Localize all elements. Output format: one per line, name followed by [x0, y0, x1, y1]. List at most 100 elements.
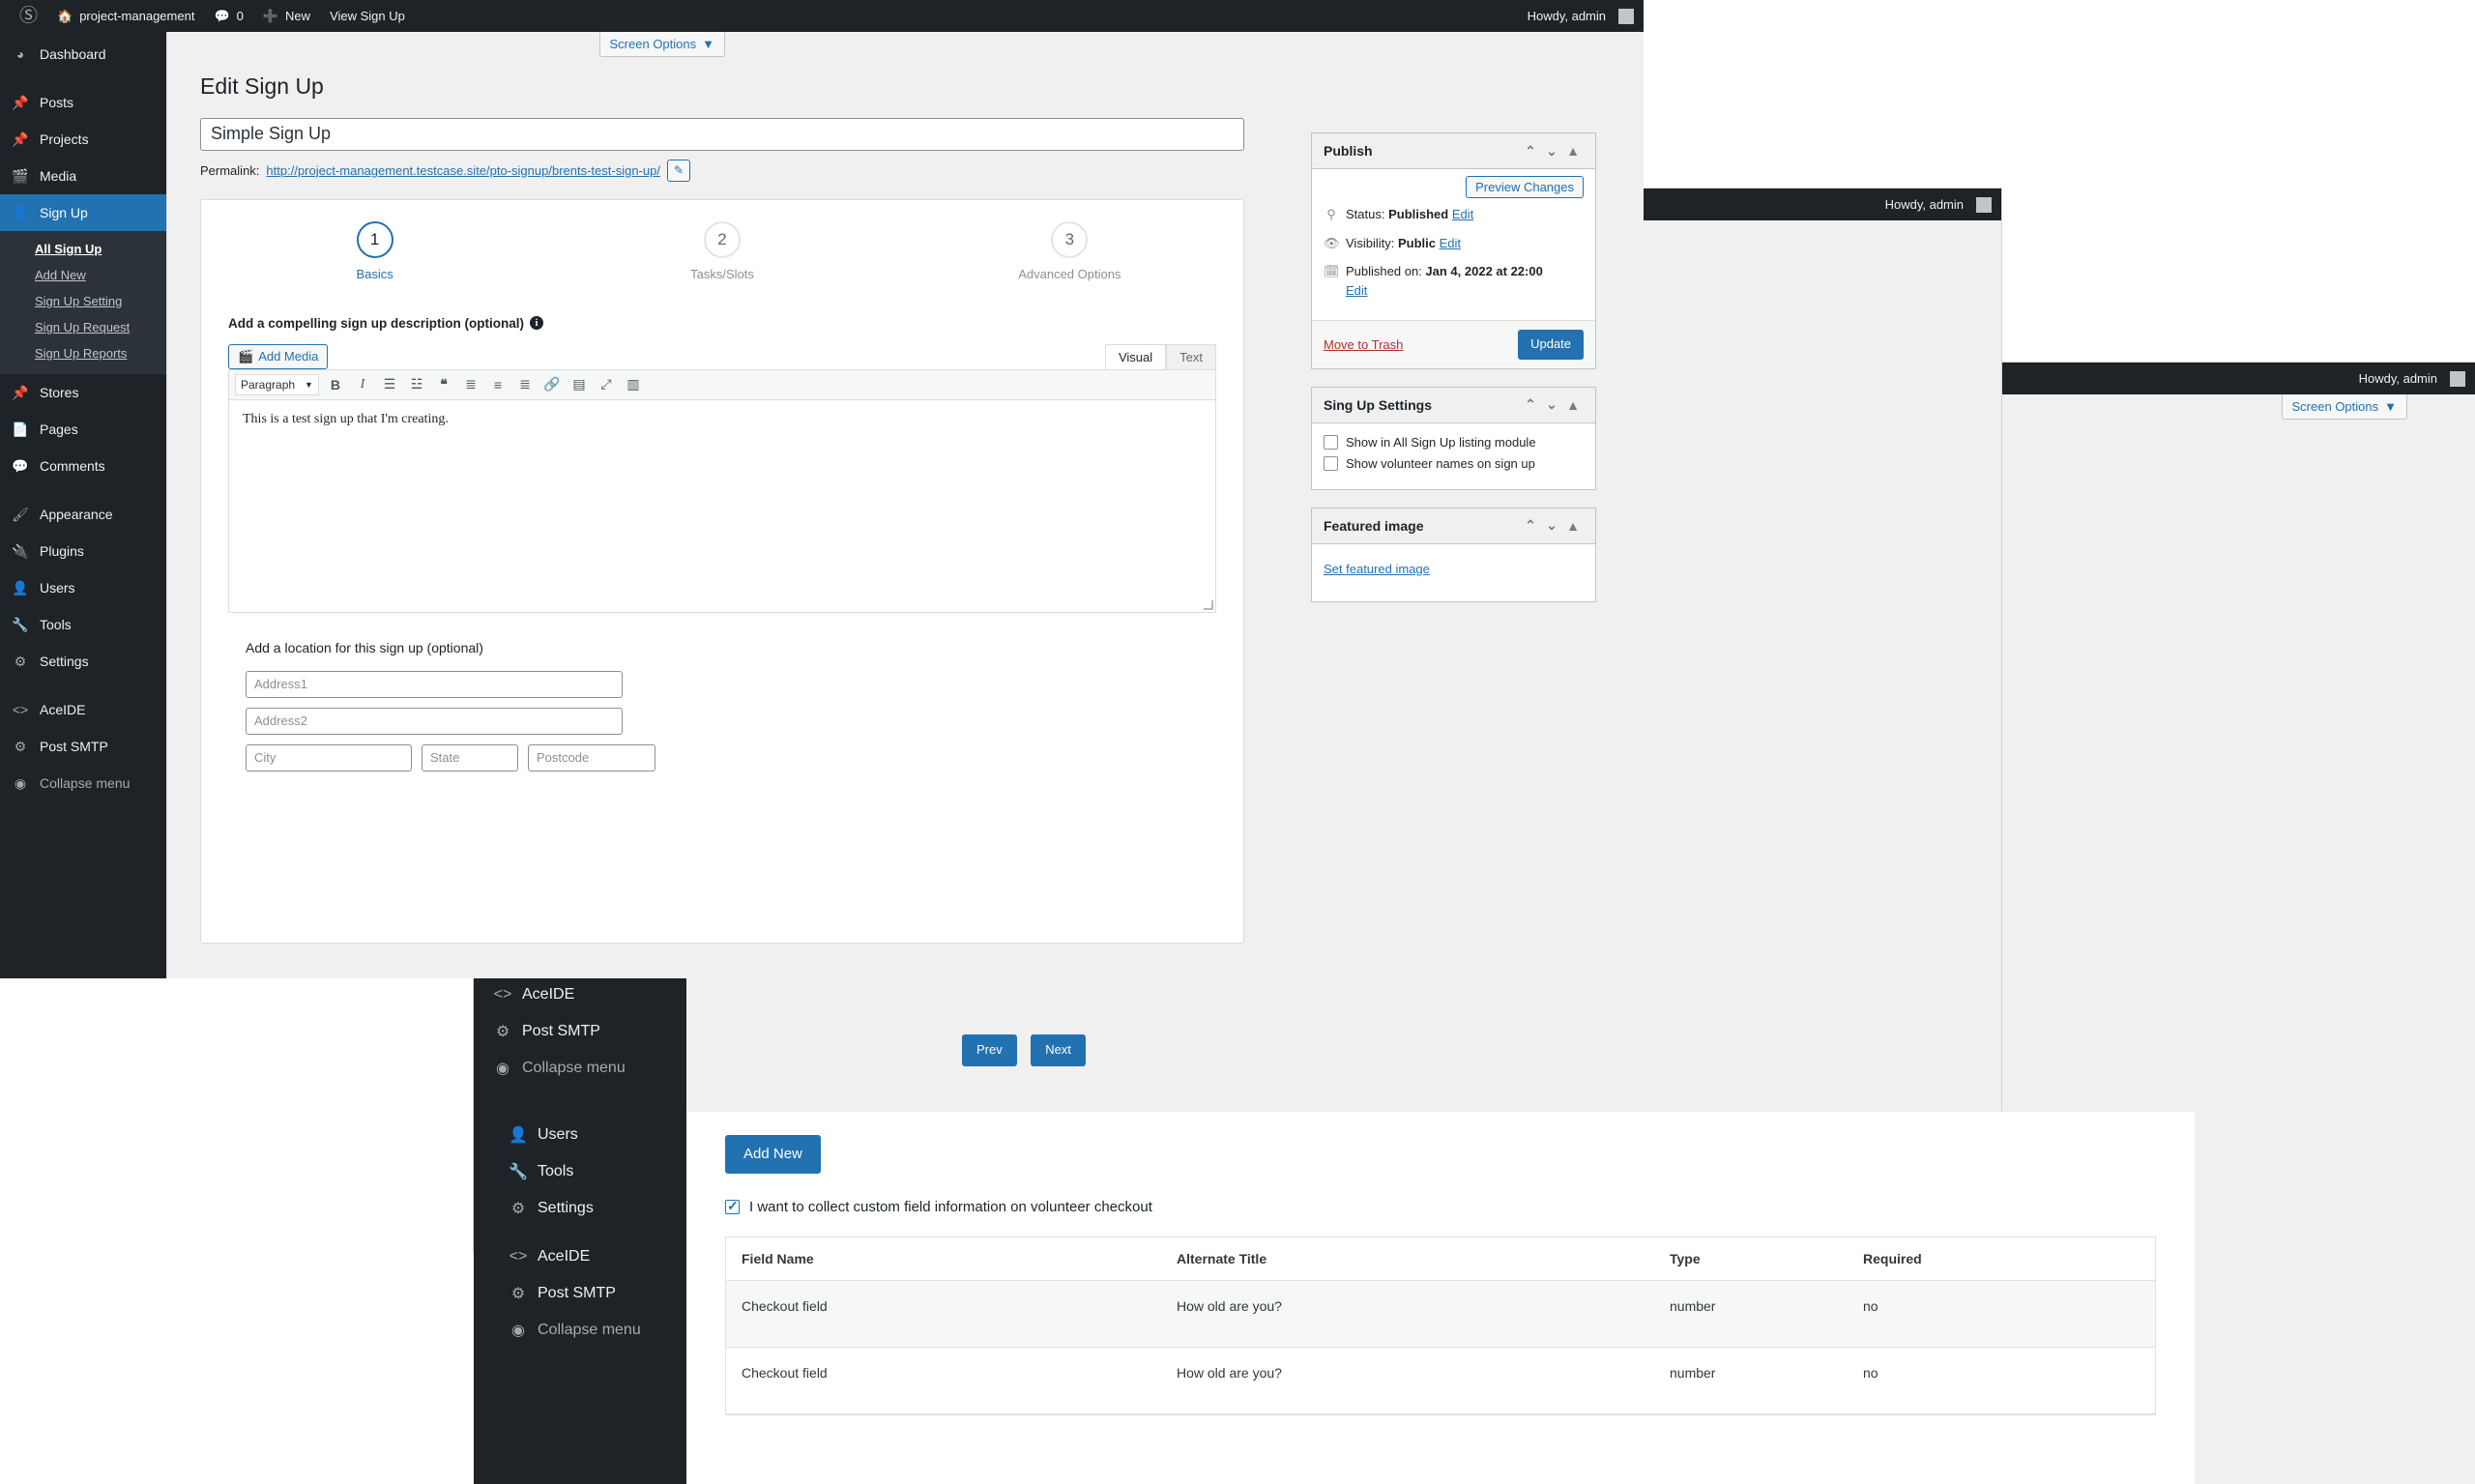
italic-icon[interactable]: I — [352, 374, 373, 395]
sidebar-item-stores[interactable]: 📌 Stores — [0, 374, 166, 411]
sidebar-item-appearance[interactable]: 🖌 Appearance — [0, 496, 166, 533]
comments-menu[interactable]: 💬 0 — [204, 0, 252, 32]
step-basics[interactable]: 1 Basics — [201, 220, 548, 281]
signup-title-input[interactable] — [200, 117, 1244, 151]
signup-settings-header[interactable]: Sing Up Settings ⌃ ⌄ ▲ — [1312, 387, 1595, 423]
published-on-edit-link[interactable]: Edit — [1346, 283, 1367, 298]
city-input[interactable] — [246, 743, 412, 771]
blockquote-icon[interactable]: ❝ — [433, 374, 454, 395]
sidebar-item-collapse-menu[interactable]: ◉ Collapse menu — [474, 1312, 686, 1349]
table-row[interactable]: Checkout field How old are you? number n… — [726, 1280, 2155, 1348]
view-signup-link[interactable]: View Sign Up — [320, 0, 415, 32]
status-edit-link[interactable]: Edit — [1452, 207, 1473, 221]
account-menu-layer3[interactable]: Howdy, admin — [2349, 363, 2475, 394]
state-input[interactable] — [422, 743, 518, 771]
new-content-menu[interactable]: ➕ New — [253, 0, 320, 32]
paragraph-format-select[interactable]: Paragraph ▼ — [235, 373, 319, 395]
sidebar-item-aceide[interactable]: <> AceIDE — [0, 691, 166, 728]
sidebar-item-tools[interactable]: 🔧 Tools — [0, 606, 166, 643]
description-editor[interactable]: This is a test sign up that I'm creating… — [228, 399, 1216, 613]
sidebar-item-settings[interactable]: ⚙ Settings — [474, 1190, 686, 1227]
align-left-icon[interactable]: ≣ — [460, 374, 481, 395]
postcode-input[interactable] — [528, 743, 655, 771]
set-featured-image-link[interactable]: Set featured image — [1324, 562, 1430, 576]
tab-text[interactable]: Text — [1166, 343, 1216, 369]
sidebar-item-aceide[interactable]: <> AceIDE — [474, 1238, 686, 1275]
featured-image-header[interactable]: Featured image ⌃ ⌄ ▲ — [1312, 508, 1595, 544]
checkbox[interactable] — [1324, 455, 1338, 471]
sidebar-item-sign-up[interactable]: 👤 Sign Up — [0, 194, 166, 231]
sidebar-subitem-all-sign-up[interactable]: All Sign Up — [0, 236, 166, 262]
chevron-up-icon[interactable]: ⌃ — [1520, 517, 1541, 535]
table-row[interactable]: Checkout field How old are you? number n… — [726, 1347, 2155, 1414]
prev-button[interactable]: Prev — [962, 1034, 1017, 1066]
sidebar-item-tools[interactable]: 🔧 Tools — [474, 1153, 686, 1190]
sidebar-item-collapse-menu[interactable]: ◉ Collapse menu — [0, 765, 166, 801]
permalink-url[interactable]: http://project-management.testcase.site/… — [266, 163, 660, 178]
sidebar-item-users[interactable]: 👤 Users — [474, 1117, 686, 1153]
add-new-button[interactable]: Add New — [725, 1135, 821, 1174]
chevron-up-icon[interactable]: ⌃ — [1520, 142, 1541, 160]
editor-resize-handle[interactable] — [1204, 599, 1213, 610]
bold-icon[interactable]: B — [325, 374, 346, 395]
preview-changes-button[interactable]: Preview Changes — [1466, 176, 1584, 198]
align-center-icon[interactable]: ≡ — [487, 374, 509, 395]
move-to-trash-link[interactable]: Move to Trash — [1324, 337, 1403, 352]
caret-up-icon[interactable]: ▲ — [1562, 142, 1584, 160]
screen-options-toggle-layer3[interactable]: Screen Options ▼ — [2281, 394, 2407, 420]
next-button[interactable]: Next — [1031, 1034, 1086, 1066]
read-more-icon[interactable]: ▤ — [568, 374, 590, 395]
sidebar-item-media[interactable]: 🎬 Media — [0, 158, 166, 194]
step-tasks-slots[interactable]: 2 Tasks/Slots — [548, 220, 895, 281]
update-button[interactable]: Update — [1518, 330, 1584, 360]
collect-custom-field-checkbox-row[interactable]: I want to collect custom field informati… — [725, 1198, 2156, 1215]
sidebar-subitem-sign-up-setting[interactable]: Sign Up Setting — [0, 288, 166, 314]
sidebar-item-settings[interactable]: ⚙ Settings — [0, 643, 166, 680]
caret-up-icon[interactable]: ▲ — [1562, 517, 1584, 535]
visibility-edit-link[interactable]: Edit — [1440, 236, 1461, 250]
sidebar-item-post-smtp[interactable]: ⚙ Post SMTP — [0, 728, 166, 765]
sidebar-item-pages[interactable]: 📄 Pages — [0, 411, 166, 448]
sidebar-subitem-add-new[interactable]: Add New — [0, 262, 166, 288]
sidebar-item-aceide[interactable]: <> AceIDE — [474, 976, 686, 1013]
sidebar-item-comments[interactable]: 💬 Comments — [0, 448, 166, 484]
pencil-square-icon[interactable]: ✎ — [666, 159, 691, 182]
add-media-button[interactable]: 🎬 Add Media — [228, 343, 329, 369]
fullscreen-icon[interactable]: ⤢ — [596, 374, 617, 395]
checkbox[interactable] — [1324, 434, 1338, 450]
sidebar-item-posts[interactable]: 📌 Posts — [0, 84, 166, 121]
sidebar-item-users[interactable]: 👤 Users — [0, 569, 166, 606]
account-menu[interactable]: Howdy, admin — [1518, 0, 1644, 32]
show-in-listing-option[interactable]: Show in All Sign Up listing module — [1324, 434, 1584, 450]
info-circle-icon[interactable]: i — [530, 316, 543, 331]
publish-metabox-header[interactable]: Publish ⌃ ⌄ ▲ — [1312, 133, 1595, 169]
chevron-down-icon[interactable]: ⌄ — [1541, 517, 1562, 535]
show-volunteer-names-option[interactable]: Show volunteer names on sign up — [1324, 455, 1584, 471]
bulleted-list-icon[interactable]: ☰ — [379, 374, 400, 395]
sidebar-item-projects[interactable]: 📌 Projects — [0, 121, 166, 158]
wp-logo-menu[interactable]: Ⓢ — [10, 0, 47, 32]
sidebar-item-plugins[interactable]: 🔌 Plugins — [0, 533, 166, 569]
sidebar-subitem-sign-up-reports[interactable]: Sign Up Reports — [0, 340, 166, 366]
link-icon[interactable]: 🔗 — [541, 374, 563, 395]
numbered-list-icon[interactable]: ☳ — [406, 374, 427, 395]
sidebar-item-dashboard[interactable]: ◕ Dashboard — [0, 36, 166, 73]
account-menu-layer2[interactable]: Howdy, admin — [1876, 189, 2001, 220]
toolbar-toggle-icon[interactable]: ▥ — [623, 374, 644, 395]
screen-options-toggle[interactable]: Screen Options ▼ — [598, 32, 725, 57]
sidebar-subitem-sign-up-request[interactable]: Sign Up Request — [0, 314, 166, 340]
address1-input[interactable] — [246, 670, 623, 698]
sidebar-item-collapse-menu[interactable]: ◉ Collapse menu — [474, 1050, 686, 1087]
chevron-down-icon[interactable]: ⌄ — [1541, 396, 1562, 414]
sidebar-item-post-smtp[interactable]: ⚙ Post SMTP — [474, 1275, 686, 1312]
checkbox[interactable] — [725, 1198, 740, 1214]
sidebar-item-post-smtp[interactable]: ⚙ Post SMTP — [474, 1013, 686, 1050]
step-advanced-options[interactable]: 3 Advanced Options — [896, 220, 1243, 281]
address2-input[interactable] — [246, 707, 623, 735]
chevron-up-icon[interactable]: ⌃ — [1520, 396, 1541, 414]
align-right-icon[interactable]: ≣ — [514, 374, 536, 395]
tab-visual[interactable]: Visual — [1104, 343, 1167, 369]
caret-up-icon[interactable]: ▲ — [1562, 396, 1584, 414]
chevron-down-icon[interactable]: ⌄ — [1541, 142, 1562, 160]
site-name-menu[interactable]: 🏠 project-management — [47, 0, 204, 32]
